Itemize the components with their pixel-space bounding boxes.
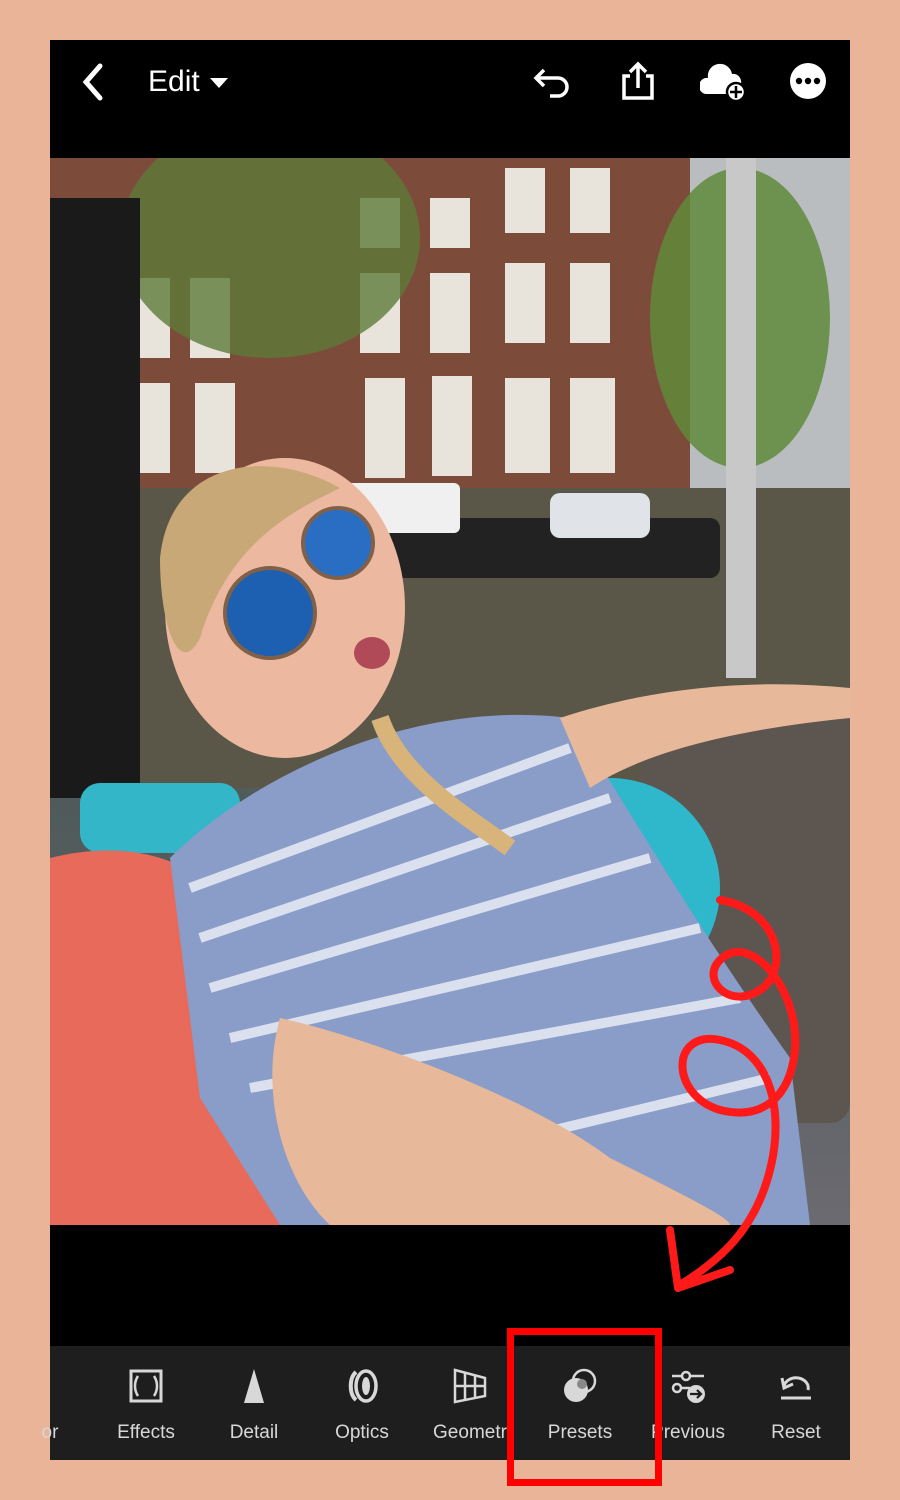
previous-icon	[671, 1370, 705, 1403]
chevron-left-icon[interactable]	[78, 62, 108, 102]
tool-reset[interactable]: Reset	[742, 1346, 850, 1460]
edit-toolbar: or Effects Detail Optics Geometr Presets…	[42, 1346, 850, 1460]
edit-mode-dropdown[interactable]: Edit	[148, 62, 228, 102]
annotation-arrow	[666, 896, 800, 1292]
tool-detail[interactable]: Detail	[200, 1346, 308, 1460]
effects-icon	[129, 1369, 163, 1403]
edit-title: Edit	[148, 65, 200, 98]
optics-icon	[348, 1369, 378, 1403]
tool-optics[interactable]: Optics	[308, 1346, 416, 1460]
top-bar: Edit	[50, 40, 850, 158]
detail-icon	[244, 1369, 264, 1403]
tool-label: Reset	[771, 1422, 821, 1443]
undo-icon[interactable]	[532, 60, 572, 102]
geometry-icon	[453, 1368, 487, 1404]
cloud-add-icon[interactable]	[700, 60, 750, 102]
annotation-highlight-box	[507, 1328, 662, 1486]
caret-down-icon	[209, 78, 228, 89]
tool-effects[interactable]: Effects	[92, 1346, 200, 1460]
more-icon[interactable]	[788, 60, 828, 102]
share-icon[interactable]	[618, 60, 658, 102]
reset-icon	[780, 1376, 811, 1400]
